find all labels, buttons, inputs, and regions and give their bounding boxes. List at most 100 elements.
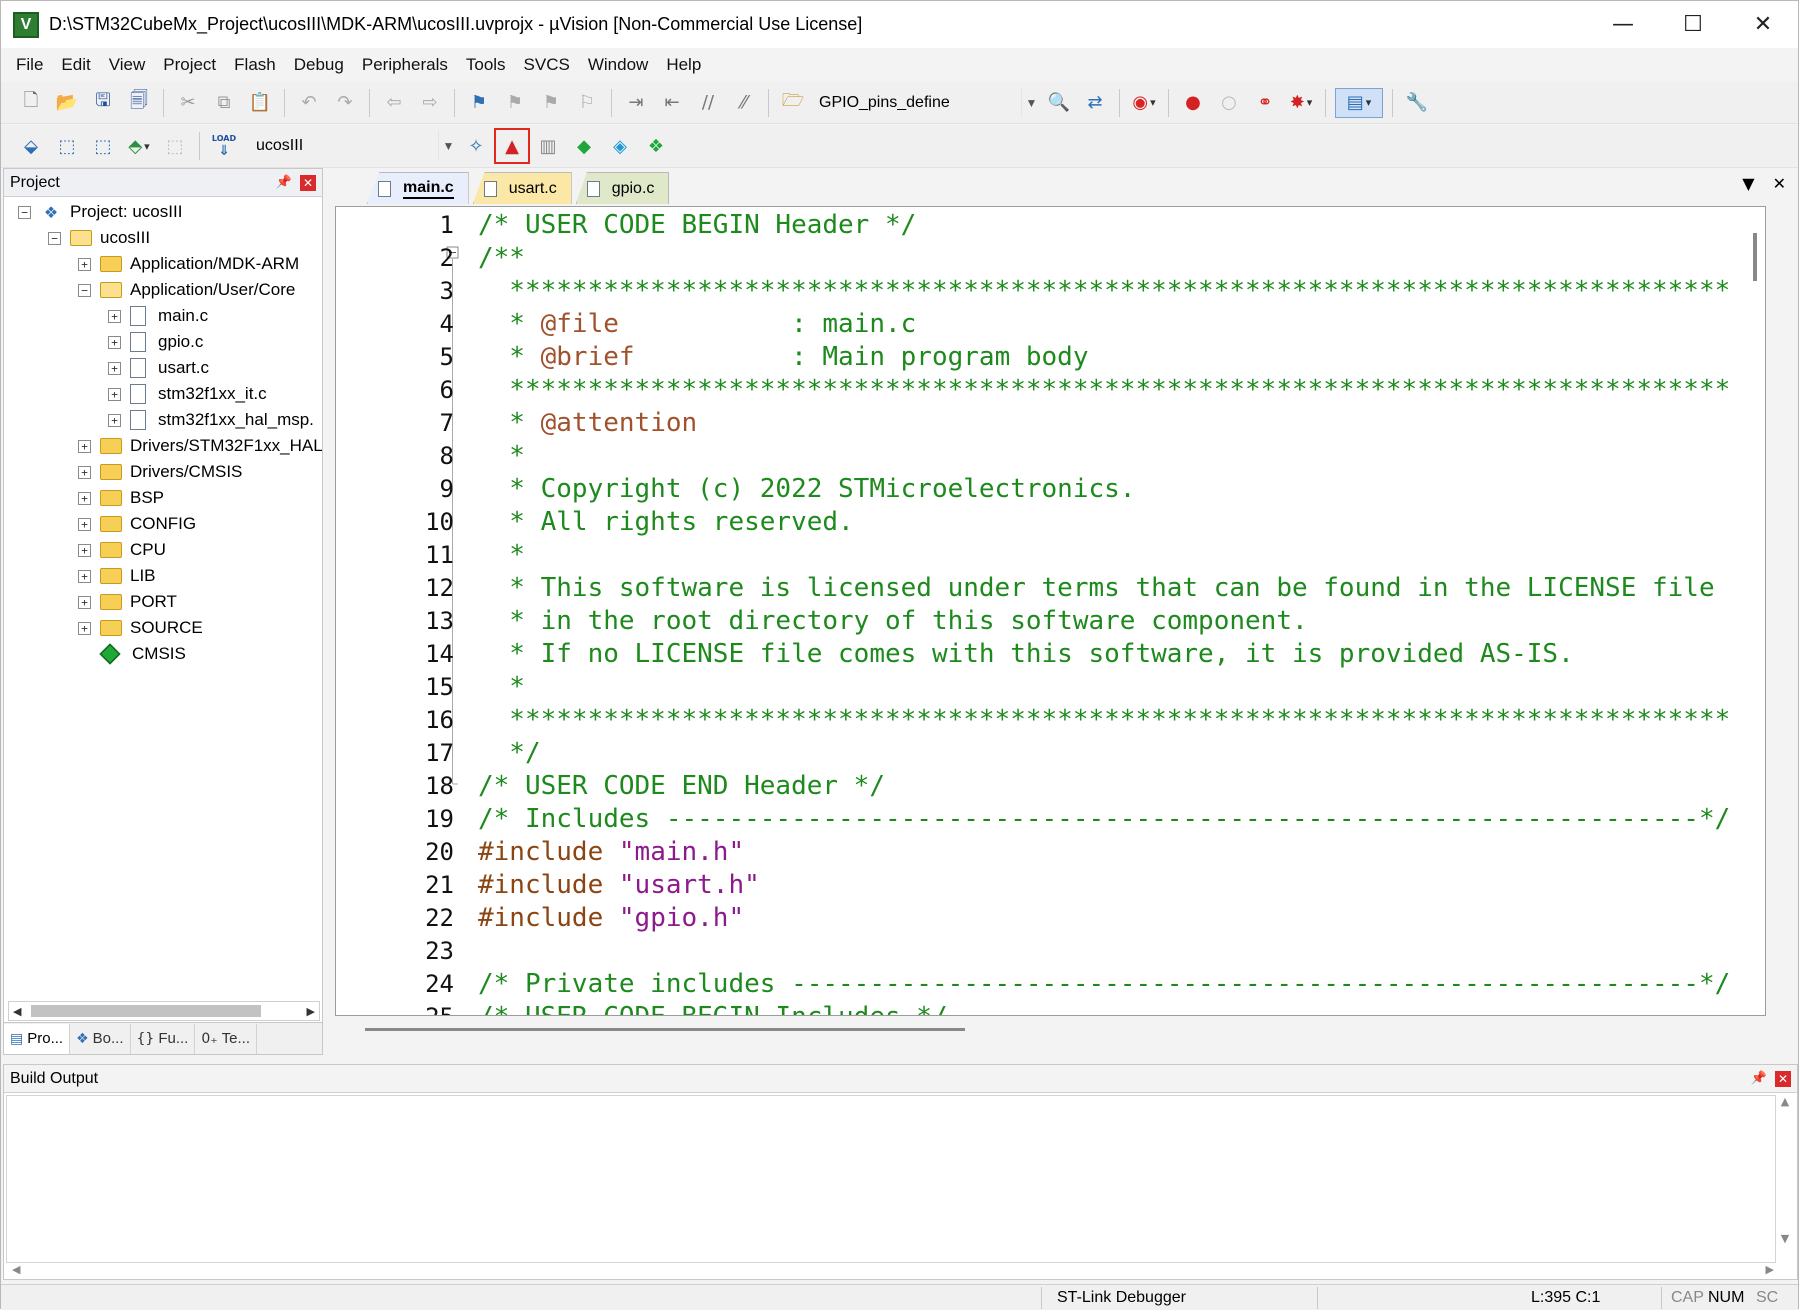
expand-icon[interactable]: +: [78, 517, 91, 531]
tree-node-file[interactable]: + stm32f1xx_it.c: [108, 381, 267, 407]
tab-list-dropdown-icon[interactable]: ▼: [1742, 174, 1754, 193]
close-panel-icon[interactable]: ✕: [300, 174, 316, 191]
collapse-icon[interactable]: −: [78, 283, 91, 297]
expand-icon[interactable]: +: [108, 309, 121, 323]
build-horizontal-scrollbar[interactable]: ◀ ▶: [8, 1261, 1778, 1277]
tree-node-group[interactable]: + PORT: [78, 589, 177, 615]
tree-node-target[interactable]: − ucosIII: [48, 225, 150, 251]
tree-node-cmsis[interactable]: CMSIS: [99, 641, 186, 667]
menu-svcs[interactable]: SVCS: [515, 55, 579, 75]
maximize-button[interactable]: ☐: [1658, 1, 1728, 48]
menu-edit[interactable]: Edit: [52, 55, 99, 75]
pin-icon[interactable]: 📌: [276, 175, 292, 190]
cut-icon[interactable]: ✂: [173, 88, 203, 118]
rebuild-icon[interactable]: ⬚: [88, 131, 118, 161]
tree-node-group[interactable]: + CONFIG: [78, 511, 196, 537]
find-icon[interactable]: 🔍: [1044, 88, 1074, 118]
tab-project[interactable]: ▤ Pro...: [4, 1023, 71, 1054]
configure-icon[interactable]: 🔧: [1402, 88, 1432, 118]
save-all-icon[interactable]: 🗐: [124, 88, 154, 118]
close-panel-icon[interactable]: ✕: [1775, 1070, 1791, 1087]
expand-icon[interactable]: +: [108, 335, 121, 349]
expand-icon[interactable]: +: [78, 543, 91, 557]
tree-node-group[interactable]: + Drivers/CMSIS: [78, 459, 242, 485]
tab-books[interactable]: ❖ Bo...: [70, 1023, 131, 1054]
menu-project[interactable]: Project: [154, 55, 225, 75]
select-packs-icon[interactable]: ▥: [533, 131, 563, 161]
unindent-icon[interactable]: ⇤: [657, 88, 687, 118]
expand-icon[interactable]: +: [78, 595, 91, 609]
tree-node-file[interactable]: + stm32f1xx_hal_msp.: [108, 407, 314, 433]
tree-node-file[interactable]: + usart.c: [108, 355, 209, 381]
pin-icon[interactable]: 📌: [1751, 1071, 1767, 1086]
undo-icon[interactable]: ↶: [294, 88, 324, 118]
tree-node-group[interactable]: − Application/User/Core: [78, 277, 295, 303]
expand-icon[interactable]: +: [78, 491, 91, 505]
scroll-left-icon[interactable]: ◀: [9, 1005, 25, 1018]
build-icon[interactable]: ⬚: [52, 131, 82, 161]
build-output-text[interactable]: [6, 1095, 1776, 1263]
save-icon[interactable]: 🖫: [88, 88, 118, 118]
expand-icon[interactable]: +: [108, 387, 121, 401]
expand-icon[interactable]: +: [78, 439, 91, 453]
scroll-left-icon[interactable]: ◀: [12, 1263, 20, 1276]
stop-build-icon[interactable]: ⬚: [160, 131, 190, 161]
debug-session-icon[interactable]: ◉: [1129, 88, 1159, 118]
clear-bookmarks-icon[interactable]: ⚐: [572, 88, 602, 118]
menu-view[interactable]: View: [100, 55, 155, 75]
tab-functions[interactable]: {} Fu...: [131, 1023, 196, 1054]
expand-icon[interactable]: +: [108, 413, 121, 427]
menu-peripherals[interactable]: Peripherals: [353, 55, 457, 75]
indent-icon[interactable]: ⇥: [621, 88, 651, 118]
tree-node-file[interactable]: + main.c: [108, 303, 208, 329]
menu-debug[interactable]: Debug: [285, 55, 353, 75]
tree-node-group[interactable]: + Application/MDK-ARM: [78, 251, 299, 277]
editor-horizontal-scrollbar[interactable]: [335, 1018, 1766, 1040]
expand-icon[interactable]: +: [78, 569, 91, 583]
batch-build-icon[interactable]: ⬘: [124, 131, 154, 161]
editor-vertical-scrollbar[interactable]: [1745, 207, 1765, 1015]
navigate-forward-icon[interactable]: ⇨: [415, 88, 445, 118]
tab-gpio-c[interactable]: gpio.c: [575, 172, 670, 204]
tree-node-group[interactable]: + BSP: [78, 485, 164, 511]
scroll-right-icon[interactable]: ▶: [303, 1005, 319, 1018]
collapse-icon[interactable]: −: [18, 205, 31, 219]
close-button[interactable]: ✕: [1728, 1, 1798, 48]
target-select[interactable]: ucosIII ▼: [248, 131, 458, 161]
scrollbar-thumb[interactable]: [1753, 233, 1757, 281]
paste-icon[interactable]: 📋: [245, 88, 275, 118]
tab-main-c[interactable]: main.c: [367, 172, 469, 204]
navigate-back-icon[interactable]: ⇦: [379, 88, 409, 118]
copy-icon[interactable]: ⧉: [209, 88, 239, 118]
tab-usart-c[interactable]: usart.c: [472, 172, 572, 204]
insert-breakpoint-icon[interactable]: ●: [1178, 88, 1208, 118]
tree-node-group[interactable]: + LIB: [78, 563, 156, 589]
tree-node-group[interactable]: + Drivers/STM32F1xx_HAL: [78, 433, 322, 459]
target-options-icon[interactable]: ✧: [461, 131, 491, 161]
minimize-button[interactable]: —: [1588, 1, 1658, 48]
scrollbar-thumb[interactable]: [31, 1005, 261, 1017]
menu-flash[interactable]: Flash: [225, 55, 285, 75]
menu-help[interactable]: Help: [657, 55, 710, 75]
expand-icon[interactable]: +: [78, 257, 91, 271]
rte-components-icon[interactable]: ❖: [641, 131, 671, 161]
tree-node-file[interactable]: + gpio.c: [108, 329, 203, 355]
pack-installer-icon[interactable]: ◈: [605, 131, 635, 161]
prev-bookmark-icon[interactable]: ⚑: [500, 88, 530, 118]
collapse-icon[interactable]: −: [48, 231, 61, 245]
download-load-icon[interactable]: LOAD ⇓: [209, 131, 239, 161]
expand-icon[interactable]: +: [78, 621, 91, 635]
menu-file[interactable]: File: [7, 55, 52, 75]
find-combo[interactable]: GPIO_pins_define ▼: [811, 87, 1041, 118]
chevron-down-icon[interactable]: ▼: [438, 131, 458, 161]
expand-icon[interactable]: +: [78, 465, 91, 479]
menu-tools[interactable]: Tools: [457, 55, 515, 75]
disable-breakpoint-icon[interactable]: ○: [1214, 88, 1244, 118]
tab-templates[interactable]: 0₊ Te...: [195, 1023, 258, 1054]
manage-project-items-icon[interactable]: ▲: [494, 128, 530, 164]
window-layout-icon[interactable]: ▤: [1335, 87, 1383, 118]
kill-breakpoints-icon[interactable]: ✸: [1286, 88, 1316, 118]
scroll-up-icon[interactable]: ▲: [1781, 1095, 1789, 1108]
new-file-icon[interactable]: 🗋: [16, 88, 46, 118]
next-bookmark-icon[interactable]: ⚑: [536, 88, 566, 118]
